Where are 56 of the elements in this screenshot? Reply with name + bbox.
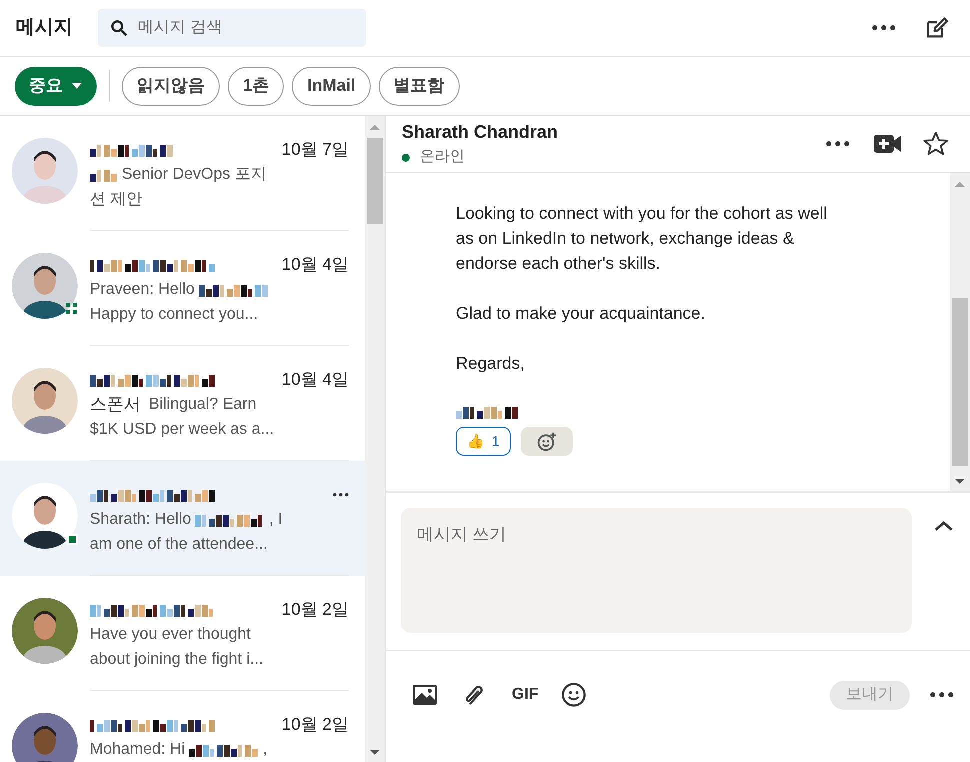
star-icon[interactable] <box>922 130 950 158</box>
caret-icon <box>71 82 83 90</box>
conversation-date: 10월 7일 <box>282 139 349 162</box>
gif-button[interactable]: GIF <box>512 683 539 707</box>
scrollbar[interactable] <box>365 116 385 762</box>
filter-pill[interactable]: 중요 <box>15 66 97 106</box>
video-call-icon[interactable] <box>874 134 902 154</box>
contact-status: 온라인 <box>420 147 465 168</box>
search-icon <box>110 19 128 37</box>
sponsored-label: 스폰서 <box>90 394 141 416</box>
conversation-date: 10월 4일 <box>282 254 349 276</box>
message-preview: Praveen: Hello <box>90 280 195 300</box>
scroll-thumb[interactable] <box>952 298 968 466</box>
conversation-date: 10월 2일 <box>282 714 349 736</box>
search-field[interactable]: 메시지 검색 <box>98 9 366 47</box>
redacted-text-drawing <box>90 168 118 182</box>
filter-pill[interactable]: 1촌 <box>228 66 284 106</box>
message-input[interactable]: 메시지 쓰기 <box>401 508 912 633</box>
emoji-icon[interactable] <box>560 682 587 708</box>
add-reaction-button[interactable] <box>520 427 573 456</box>
conversation-date: 10월 2일 <box>282 599 349 622</box>
chevron-up-icon[interactable] <box>934 520 954 532</box>
message-preview: about joining the fight i... <box>90 650 264 670</box>
more-icon[interactable] <box>930 692 954 698</box>
filter-pill[interactable]: 읽지않음 <box>122 66 220 106</box>
message-preview: Happy to connect you... <box>90 305 258 325</box>
redacted-text-drawing <box>198 282 269 296</box>
redacted-text-drawing <box>456 405 519 419</box>
more-icon[interactable] <box>333 492 349 498</box>
message-preview: Sharath: Hello <box>90 510 192 530</box>
message-preview: am one of the attendee... <box>90 535 268 555</box>
filter-pill[interactable]: InMail <box>292 66 371 106</box>
scroll-thumb[interactable] <box>367 138 383 224</box>
redacted-text-drawing <box>189 742 260 756</box>
message-preview: , <box>263 740 268 760</box>
message-preview: Mohamed: Hi <box>90 740 186 760</box>
conversation-date: 10월 4일 <box>282 369 349 392</box>
message-preview: Bilingual? Earn <box>149 395 257 415</box>
more-icon[interactable] <box>872 25 896 31</box>
message-text: Looking to connect with you for the cohort as well as on LinkedIn to network, exchange ideas & endorse each other's skills. <box>456 203 828 275</box>
filter-pill[interactable]: 별표함 <box>378 66 460 106</box>
conversation-item[interactable]: Sharath: Hello , I am one of the attendee... <box>0 461 365 576</box>
message-preview: , I <box>269 510 283 530</box>
contact-name[interactable]: Sharath Chandran <box>402 119 826 146</box>
page-title: 메시지 <box>16 16 74 40</box>
add-emoji-icon <box>536 430 558 452</box>
message-preview: Senior DevOps 포지 <box>122 165 267 185</box>
message-text: Regards, <box>456 353 526 375</box>
scrollbar[interactable] <box>950 173 970 491</box>
message-text: Glad to make your acquaintance. <box>456 303 706 325</box>
reaction-button[interactable]: 👍 1 <box>456 427 511 456</box>
message-preview: Have you ever thought <box>90 625 251 645</box>
image-icon[interactable] <box>412 684 438 706</box>
more-icon[interactable] <box>826 141 850 147</box>
message-preview: 션 제안 <box>90 190 142 210</box>
message-preview: $1K USD per week as a... <box>90 420 274 440</box>
